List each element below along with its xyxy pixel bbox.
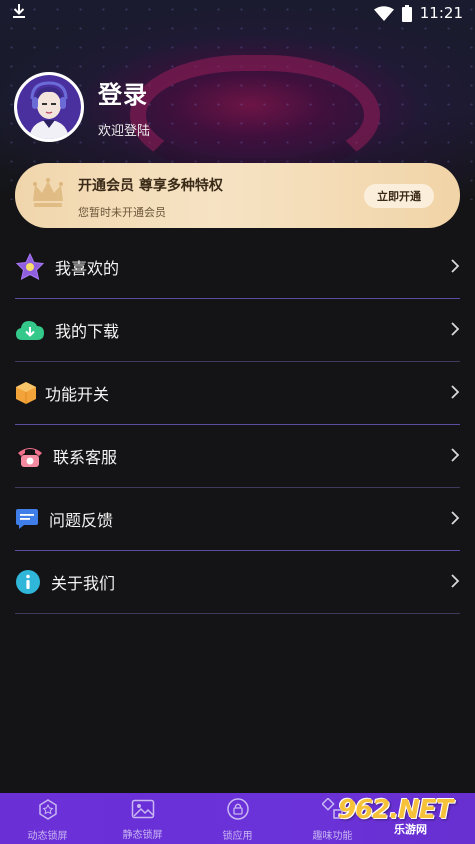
image-icon <box>131 799 155 826</box>
chevron-right-icon <box>450 384 460 404</box>
crown-icon <box>29 175 67 217</box>
wifi-icon <box>373 5 394 21</box>
download-icon <box>12 3 26 23</box>
lock-icon <box>226 797 249 827</box>
nav-app-lock[interactable]: 锁应用 <box>190 793 285 844</box>
menu-label: 关于我们 <box>51 574 116 593</box>
box-icon <box>15 378 37 408</box>
menu-item-customer-service[interactable]: 联系客服 <box>15 425 460 488</box>
menu-list: 我喜欢的 我的下载 功能开关 联系客服 问题反馈 关于我们 <box>0 236 475 614</box>
nav-label: 锁应用 <box>222 830 253 842</box>
star-icon <box>15 252 45 282</box>
watermark-sub: 乐游网 <box>394 823 427 836</box>
login-title[interactable]: 登录 <box>98 75 150 110</box>
activate-vip-button[interactable]: 立即开通 <box>364 184 434 208</box>
chevron-right-icon <box>450 573 460 593</box>
status-time: 11:21 <box>419 4 463 22</box>
menu-label: 功能开关 <box>45 385 110 404</box>
welcome-subtitle: 欢迎登陆 <box>98 124 151 139</box>
menu-label: 联系客服 <box>53 448 118 467</box>
site-watermark-logo: 962.NET 乐游网 <box>338 795 468 841</box>
background-ring <box>130 55 380 175</box>
dynamic-lock-icon <box>37 798 59 827</box>
chevron-right-icon <box>450 258 460 278</box>
vip-membership-card[interactable]: 开通会员 尊享多种特权 您暂时未开通会员 立即开通 <box>15 163 460 228</box>
message-icon <box>15 504 39 534</box>
nav-dynamic-lock[interactable]: 动态锁屏 <box>0 793 95 844</box>
profile-text: 登录 欢迎登陆 <box>98 75 150 139</box>
avatar[interactable] <box>14 72 84 142</box>
status-right: 11:21 <box>373 4 463 22</box>
profile-header[interactable]: 登录 欢迎登陆 <box>14 72 150 142</box>
nav-label: 动态锁屏 <box>27 830 68 842</box>
battery-icon <box>401 4 412 22</box>
vip-title: 开通会员 尊享多种特权 <box>78 178 223 194</box>
menu-item-feedback[interactable]: 问题反馈 <box>15 488 460 551</box>
menu-label: 我的下载 <box>55 322 120 341</box>
vip-text: 开通会员 尊享多种特权 您暂时未开通会员 <box>78 175 223 220</box>
chevron-right-icon <box>450 321 460 341</box>
menu-item-downloads[interactable]: 我的下载 <box>15 299 460 362</box>
menu-label: 问题反馈 <box>49 511 114 530</box>
vip-subtitle: 您暂时未开通会员 <box>78 206 166 219</box>
telephone-icon <box>15 441 45 471</box>
menu-label: 我喜欢的 <box>55 259 120 278</box>
nav-static-lock[interactable]: 静态锁屏 <box>95 793 190 844</box>
chevron-right-icon <box>450 510 460 530</box>
menu-item-feature-toggle[interactable]: 功能开关 <box>15 362 460 425</box>
menu-item-favorites[interactable]: 我喜欢的 <box>15 236 460 299</box>
info-icon <box>15 567 41 597</box>
nav-label: 静态锁屏 <box>122 829 163 841</box>
chevron-right-icon <box>450 447 460 467</box>
status-bar: 11:21 <box>0 0 475 26</box>
cloud-download-icon <box>15 315 45 345</box>
menu-item-about-us[interactable]: 关于我们 <box>15 551 460 614</box>
